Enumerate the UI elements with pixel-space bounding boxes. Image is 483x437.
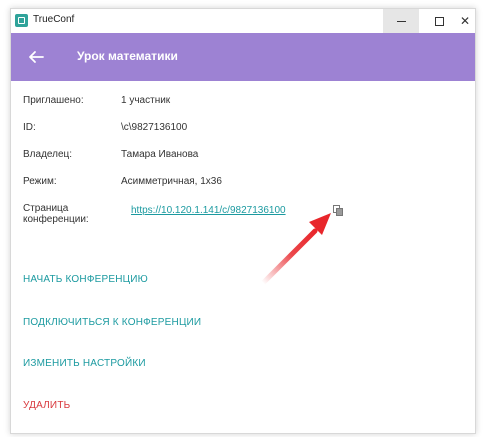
app-window: TrueConf ✕ Урок математики Приглашено: 1… bbox=[10, 8, 476, 434]
mode-value: Асимметричная, 1x36 bbox=[121, 176, 222, 187]
start-conference-button[interactable]: НАЧАТЬ КОНФЕРЕНЦИЮ bbox=[23, 274, 148, 285]
app-header: Урок математики bbox=[11, 33, 475, 81]
edit-settings-button[interactable]: ИЗМЕНИТЬ НАСТРОЙКИ bbox=[23, 358, 146, 369]
title-bar: TrueConf ✕ bbox=[11, 9, 475, 33]
red-arrow-annotation-icon bbox=[260, 213, 331, 286]
close-button[interactable]: ✕ bbox=[455, 9, 475, 33]
invited-label: Приглашено: bbox=[23, 95, 84, 106]
id-value: \c\9827136100 bbox=[121, 122, 188, 133]
minimize-button[interactable] bbox=[383, 9, 419, 33]
window-title: TrueConf bbox=[33, 14, 75, 25]
conference-page-label-line2: конференции: bbox=[23, 214, 89, 225]
delete-button[interactable]: УДАЛИТЬ bbox=[23, 400, 70, 411]
owner-value: Тамара Иванова bbox=[121, 149, 199, 160]
trueconf-logo-icon bbox=[15, 14, 28, 27]
join-conference-button[interactable]: ПОДКЛЮЧИТЬСЯ К КОНФЕРЕНЦИИ bbox=[23, 317, 201, 328]
mode-label: Режим: bbox=[23, 176, 57, 187]
owner-label: Владелец: bbox=[23, 149, 73, 160]
maximize-button[interactable] bbox=[421, 9, 457, 33]
invited-value: 1 участник bbox=[121, 95, 171, 106]
back-arrow-icon[interactable] bbox=[25, 46, 47, 68]
id-label: ID: bbox=[23, 122, 36, 133]
page-title: Урок математики bbox=[77, 49, 178, 63]
